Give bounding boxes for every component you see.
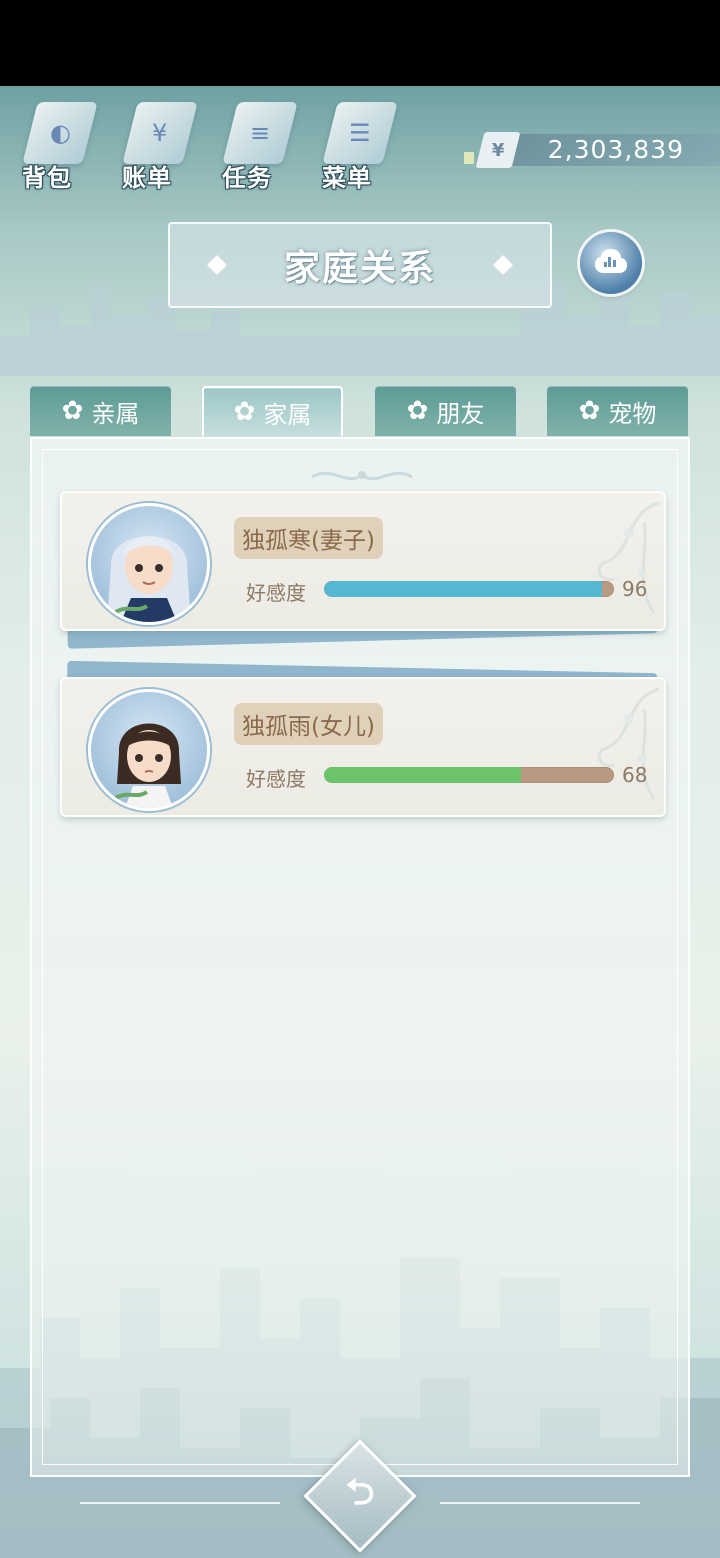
flower-icon: ✿ (233, 397, 256, 427)
family-icon (595, 249, 627, 273)
task-button[interactable]: ≡ 任务 (218, 96, 298, 196)
tab-relatives[interactable]: ✿ 亲属 (30, 386, 171, 436)
diamond-ornament-left (207, 255, 227, 275)
bag-icon: ◐ (22, 102, 98, 164)
member-name: 独孤雨(女儿) (234, 703, 383, 745)
favor-label: 好感度 (246, 767, 306, 791)
task-icon: ≡ (222, 102, 298, 164)
bill-button[interactable]: ¥ 账单 (118, 96, 198, 196)
flower-icon: ✿ (578, 396, 601, 426)
family-list-panel: 独孤寒(妻子) 好感度 96 独孤雨(女儿) 好感度 68 (30, 437, 690, 1477)
bag-label: 背包 (22, 164, 72, 192)
family-tree-button[interactable] (580, 232, 642, 294)
menu-label: 菜单 (322, 164, 372, 192)
flower-icon: ✿ (406, 396, 429, 426)
tab-bar: ✿ 亲属 ✿ 家属 ✿ 朋友 ✿ 宠物 (30, 386, 690, 438)
money-display: ¥ 2,303,839 (464, 132, 720, 168)
daughter-avatar (88, 689, 210, 811)
status-bar (0, 0, 720, 86)
favor-value: 68 (622, 763, 648, 787)
task-label: 任务 (222, 164, 272, 192)
flower-icon: ✿ (61, 396, 84, 426)
daughter-portrait (109, 723, 181, 808)
diamond-ornament-right (493, 255, 513, 275)
back-arrow-icon: ⮌ (345, 1471, 375, 1513)
money-amount: 2,303,839 (547, 135, 684, 164)
scroll-ornament (311, 471, 413, 481)
favor-bar-fill (324, 581, 603, 597)
member-card[interactable]: 独孤雨(女儿) 好感度 68 (60, 660, 666, 817)
favor-bar-fill (324, 767, 522, 783)
vine-ornament (597, 687, 660, 800)
bottom-divider-right (440, 1502, 640, 1504)
card-face: 独孤寒(妻子) 好感度 96 (60, 491, 666, 631)
game-screen: ◐ 背包 ¥ 账单 ≡ 任务 ☰ 菜单 ¥ 2,303,839 家庭关系 ✿ 亲… (0, 86, 720, 1558)
tab-label: 宠物 (608, 399, 657, 428)
menu-icon: ☰ (322, 102, 398, 164)
tab-pets[interactable]: ✿ 宠物 (547, 386, 688, 436)
bill-icon: ¥ (122, 102, 198, 164)
top-toolbar: ◐ 背包 ¥ 账单 ≡ 任务 ☰ 菜单 (18, 96, 398, 196)
menu-button[interactable]: ☰ 菜单 (318, 96, 398, 196)
favor-label: 好感度 (246, 581, 306, 605)
favor-bar (324, 767, 614, 783)
wife-portrait (107, 536, 191, 622)
bottom-divider-left (80, 1502, 280, 1504)
tab-label: 亲属 (91, 399, 140, 428)
tab-label: 家属 (263, 400, 312, 429)
page-title: 家庭关系 (283, 248, 436, 289)
favor-value: 96 (622, 577, 648, 601)
favor-bar (324, 581, 614, 597)
wife-avatar (88, 503, 210, 625)
tab-family[interactable]: ✿ 家属 (202, 386, 343, 436)
card-face: 独孤雨(女儿) 好感度 68 (60, 677, 666, 817)
member-name: 独孤寒(妻子) (234, 517, 383, 559)
money-dot (464, 152, 474, 164)
bag-button[interactable]: ◐ 背包 (18, 96, 98, 196)
page-title-box: 家庭关系 (168, 222, 552, 308)
vine-ornament (597, 501, 660, 614)
tab-friends[interactable]: ✿ 朋友 (375, 386, 516, 436)
bill-label: 账单 (122, 164, 172, 192)
tab-label: 朋友 (436, 399, 485, 428)
member-card[interactable]: 独孤寒(妻子) 好感度 96 (60, 491, 666, 649)
